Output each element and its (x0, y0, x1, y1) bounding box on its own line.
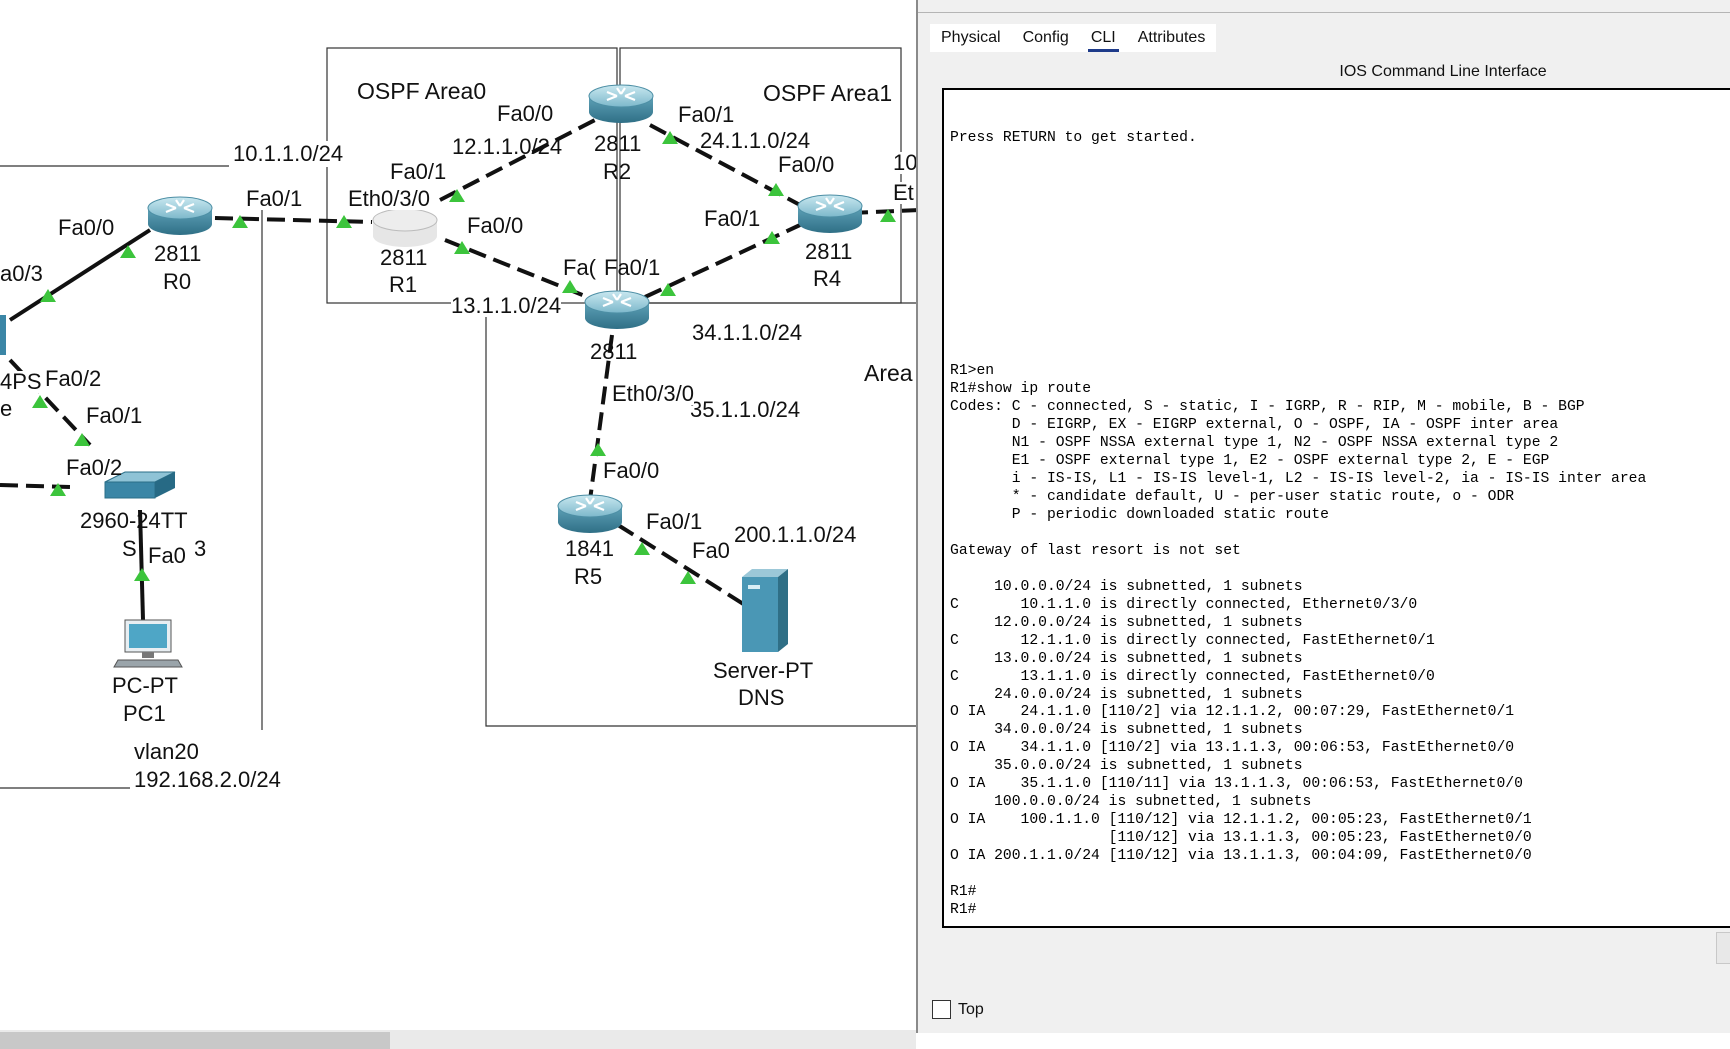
area-lower-box (485, 302, 920, 727)
r2-name-label: R2 (603, 159, 632, 184)
area-label: Area (864, 360, 913, 386)
multilayer-switch-edge[interactable] (0, 315, 6, 355)
cli-title: IOS Command Line Interface (1339, 63, 1547, 80)
network-34-label: 34.1.1.0/24 (692, 320, 803, 345)
sw-fa01-port-label: Fa0/1 (86, 403, 143, 428)
device-dialog: Physical Config CLI Attributes IOS Comma… (916, 0, 1730, 1033)
router-r2[interactable] (587, 83, 655, 125)
network-24-label: 24.1.1.0/24 (700, 128, 811, 153)
tab-attributes[interactable]: Attributes (1127, 24, 1217, 52)
r4-eth-port-label: Et (893, 180, 914, 205)
router-r5[interactable] (556, 493, 624, 535)
tab-config[interactable]: Config (1012, 24, 1080, 52)
r0-name-label: R0 (163, 269, 192, 294)
dns-name-label: DNS (738, 685, 785, 710)
area1-label: OSPF Area1 (763, 80, 893, 106)
network-12-label: 12.1.1.0/24 (452, 134, 563, 159)
switch-model-label: 2960-24TT (80, 508, 188, 533)
top-checkbox-label: Top (958, 1001, 984, 1018)
pc1-computer[interactable] (113, 619, 183, 668)
r5-fa01-port-label: Fa0/1 (646, 509, 703, 534)
pc1-model-label: PC-PT (112, 673, 178, 698)
r1-name-label: R1 (389, 272, 418, 297)
r4-fa00-port-label: Fa0/0 (778, 152, 835, 177)
sw-fa03-port-label: Fa0 (148, 543, 186, 568)
r2-model-label: 2811 (594, 131, 642, 156)
dns-server[interactable] (742, 569, 788, 652)
r0-fa01-port-label: Fa0/1 (246, 186, 303, 211)
msw-fa03-port-label: a0/3 (0, 261, 43, 286)
r3-fa01-port-label: Fa0/1 (604, 255, 661, 280)
dns-fa0-port-label: Fa0 (692, 538, 730, 563)
sw-fa02-port-label: Fa0/2 (66, 455, 123, 480)
dns-model-label: Server-PT (713, 658, 814, 683)
cli-console[interactable]: Press RETURN to get started. R1>en R1#sh… (942, 88, 1730, 928)
r0-model-label: 2811 (154, 241, 202, 266)
switch-name-label: S (122, 536, 137, 561)
dialog-tab-bar: Physical Config CLI Attributes (930, 24, 1217, 52)
horizontal-scrollbar[interactable] (0, 1030, 916, 1049)
r2-fa01-port-label: Fa0/1 (678, 102, 735, 127)
router-r1[interactable] (372, 208, 438, 247)
r4-name-label: R4 (813, 266, 842, 291)
tab-cli[interactable]: CLI (1080, 24, 1127, 52)
r0-fa00-port-label: Fa0/0 (58, 215, 115, 240)
multilayer-name-label: e (0, 396, 13, 421)
vlan20-label: vlan20 (130, 739, 203, 765)
r4-model-label: 2811 (805, 239, 853, 264)
cli-output[interactable]: Press RETURN to get started. R1>en R1#sh… (950, 112, 1646, 920)
r1-model-label: 2811 (380, 245, 428, 270)
router-r0[interactable] (146, 195, 214, 237)
network-13-label: 13.1.1.0/24 (451, 293, 562, 318)
r5-name-label: R5 (574, 564, 603, 589)
network-200-label: 200.1.1.0/24 (734, 522, 857, 547)
r4-fa01-port-label: Fa0/1 (704, 206, 761, 231)
top-checkbox[interactable] (932, 1000, 951, 1019)
router-r3[interactable] (583, 289, 651, 331)
cli-side-button[interactable] (1716, 932, 1730, 964)
r1-eth-port-label: Eth0/3/0 (348, 186, 430, 211)
network-10-label: 10.1.1.0/24 (229, 141, 348, 167)
sw-fa03-number-label: 3 (194, 536, 207, 561)
router-r4[interactable] (796, 193, 864, 235)
vlan20-network-label: 192.168.2.0/24 (130, 767, 285, 793)
r2-fa00-port-label: Fa0/0 (497, 101, 554, 126)
scrollbar-thumb[interactable] (0, 1032, 390, 1049)
r1-fa00-port-label: Fa0/0 (467, 213, 524, 238)
pc1-name-label: PC1 (123, 701, 166, 726)
area0-label: OSPF Area0 (357, 78, 487, 104)
network-35-label: 35.1.1.0/24 (690, 397, 801, 422)
msw-fa02-port-label: Fa0/2 (45, 366, 102, 391)
dialog-title-strip (918, 0, 1730, 13)
r3-eth-port-label: Eth0/3/0 (612, 381, 694, 406)
network-10-partial-label: 10 (893, 150, 918, 175)
tab-physical[interactable]: Physical (930, 24, 1012, 52)
r3-fa00-port-label: Fa( (563, 255, 596, 280)
r1-fa01-port-label: Fa0/1 (390, 159, 447, 184)
r3-model-label: 2811 (590, 339, 638, 364)
multilayer-model-label: 4PS (0, 369, 42, 394)
r5-model-label: 1841 (565, 536, 614, 561)
r5-fa00-port-label: Fa0/0 (603, 458, 660, 483)
